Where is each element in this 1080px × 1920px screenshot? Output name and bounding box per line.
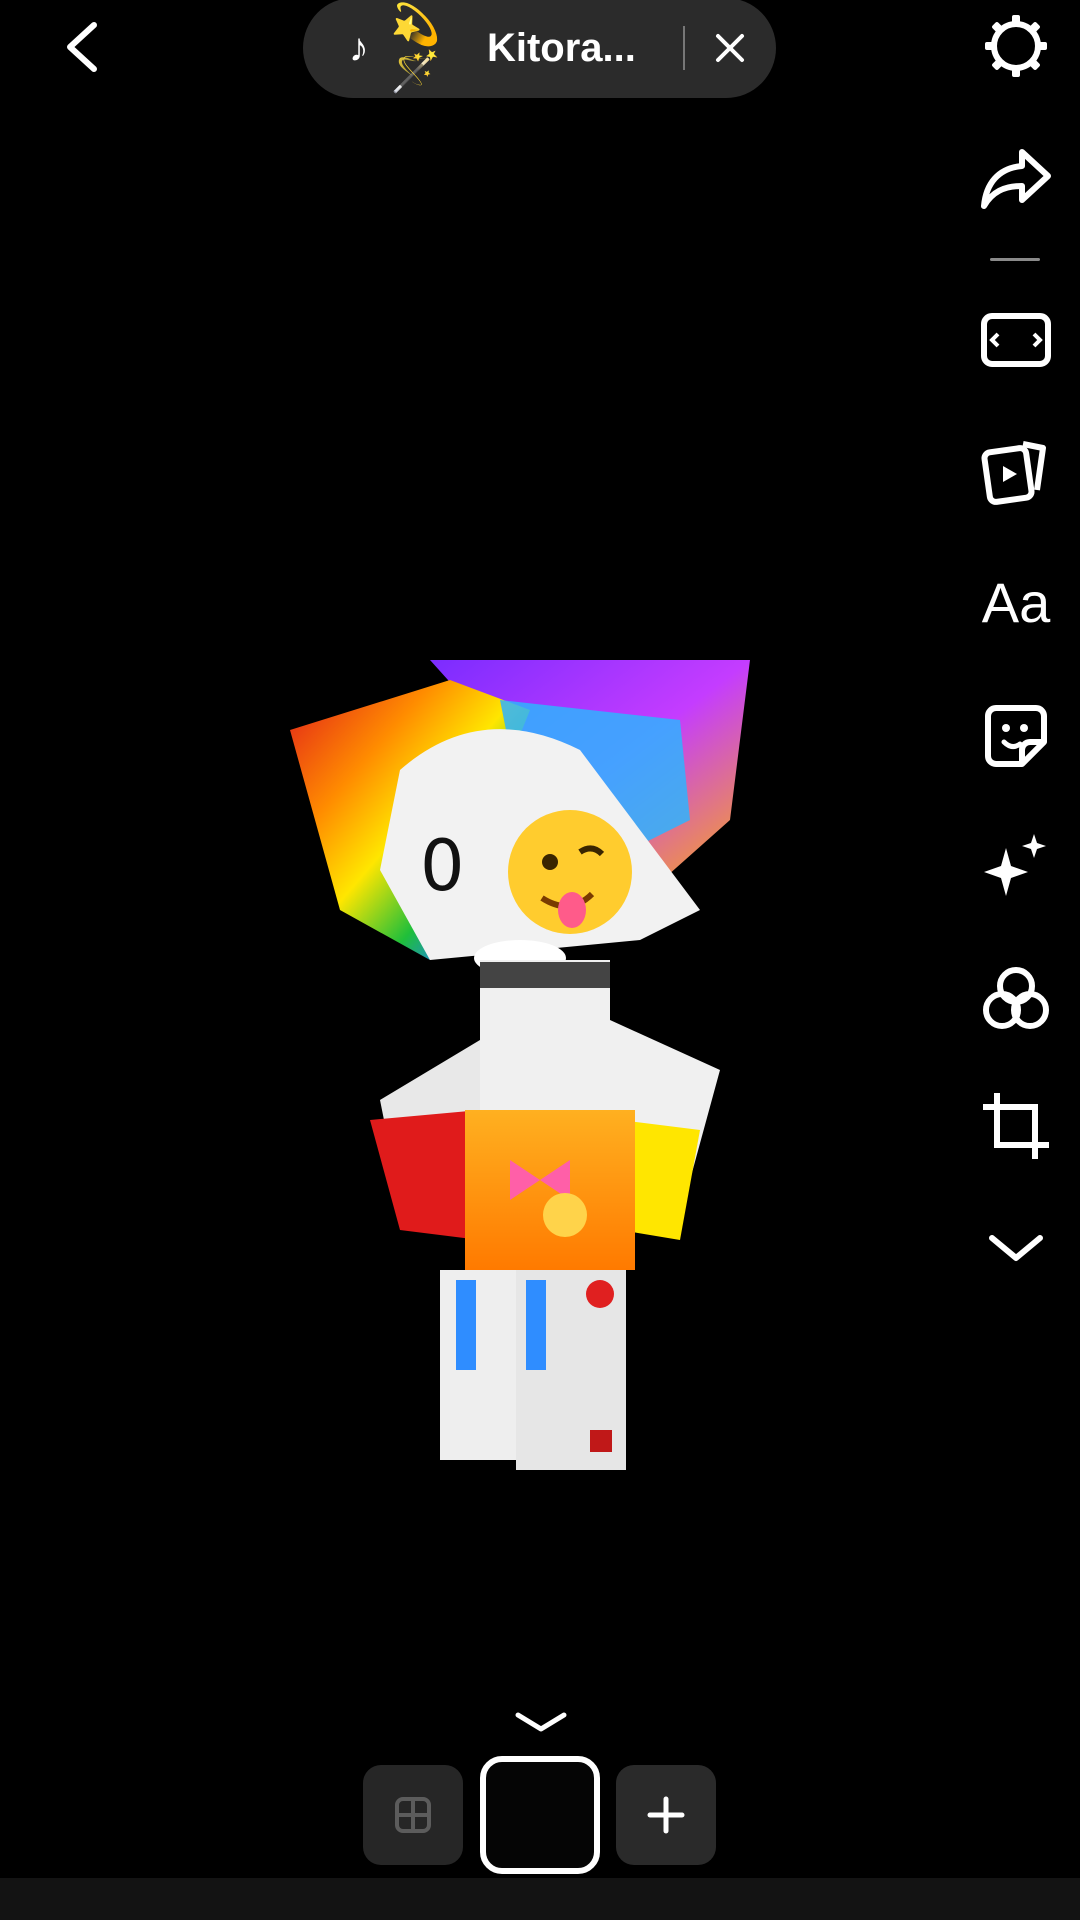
stickers-button[interactable] bbox=[978, 698, 1054, 774]
filters-icon bbox=[983, 967, 1049, 1029]
chevron-down-icon bbox=[989, 1235, 1043, 1261]
plus-icon bbox=[647, 1796, 685, 1834]
templates-button[interactable] bbox=[978, 432, 1054, 508]
sound-emoji: 💫🪄 bbox=[390, 3, 441, 94]
remove-sound-button[interactable] bbox=[709, 26, 752, 70]
share-button[interactable] bbox=[978, 140, 1054, 216]
story-editor-screen: ♪ 💫🪄 Kitora... Aa 0 bbox=[0, 0, 1080, 1920]
effects-button[interactable] bbox=[978, 828, 1054, 904]
more-tools-button[interactable] bbox=[978, 1210, 1054, 1286]
chevron-down-icon bbox=[515, 1712, 567, 1732]
grid-view-button[interactable] bbox=[363, 1765, 463, 1865]
chevron-left-icon bbox=[67, 22, 97, 72]
music-note-icon: ♪ bbox=[348, 25, 369, 70]
crop-button[interactable] bbox=[978, 1088, 1054, 1164]
video-cards-icon bbox=[981, 441, 1046, 505]
toolbar-divider bbox=[990, 258, 1040, 261]
current-clip-thumbnail[interactable] bbox=[480, 1756, 600, 1874]
aspect-ratio-icon bbox=[981, 313, 1051, 367]
avatar-image[interactable]: 0 bbox=[280, 640, 760, 1470]
pill-divider bbox=[682, 26, 685, 70]
sticker-icon bbox=[985, 705, 1047, 767]
collapse-tray-button[interactable] bbox=[510, 1702, 572, 1742]
filters-button[interactable] bbox=[978, 960, 1054, 1036]
sound-title: Kitora... bbox=[486, 25, 636, 70]
settings-button[interactable] bbox=[978, 8, 1054, 84]
text-button[interactable]: Aa bbox=[978, 565, 1054, 641]
system-nav-bar bbox=[0, 1878, 1080, 1920]
text-icon: Aa bbox=[981, 571, 1051, 634]
avatar-figure: 0 bbox=[290, 660, 750, 1470]
grid-icon bbox=[395, 1797, 431, 1833]
aspect-ratio-button[interactable] bbox=[978, 302, 1054, 378]
back-button[interactable] bbox=[52, 14, 112, 80]
crop-icon bbox=[983, 1093, 1049, 1159]
svg-text:0: 0 bbox=[420, 825, 465, 907]
share-arrow-icon bbox=[981, 149, 1051, 209]
gear-icon bbox=[985, 15, 1047, 77]
sound-pill[interactable]: ♪ 💫🪄 Kitora... bbox=[303, 0, 776, 98]
add-clip-button[interactable] bbox=[616, 1765, 716, 1865]
close-icon bbox=[716, 34, 745, 62]
sparkle-icon bbox=[984, 834, 1046, 896]
